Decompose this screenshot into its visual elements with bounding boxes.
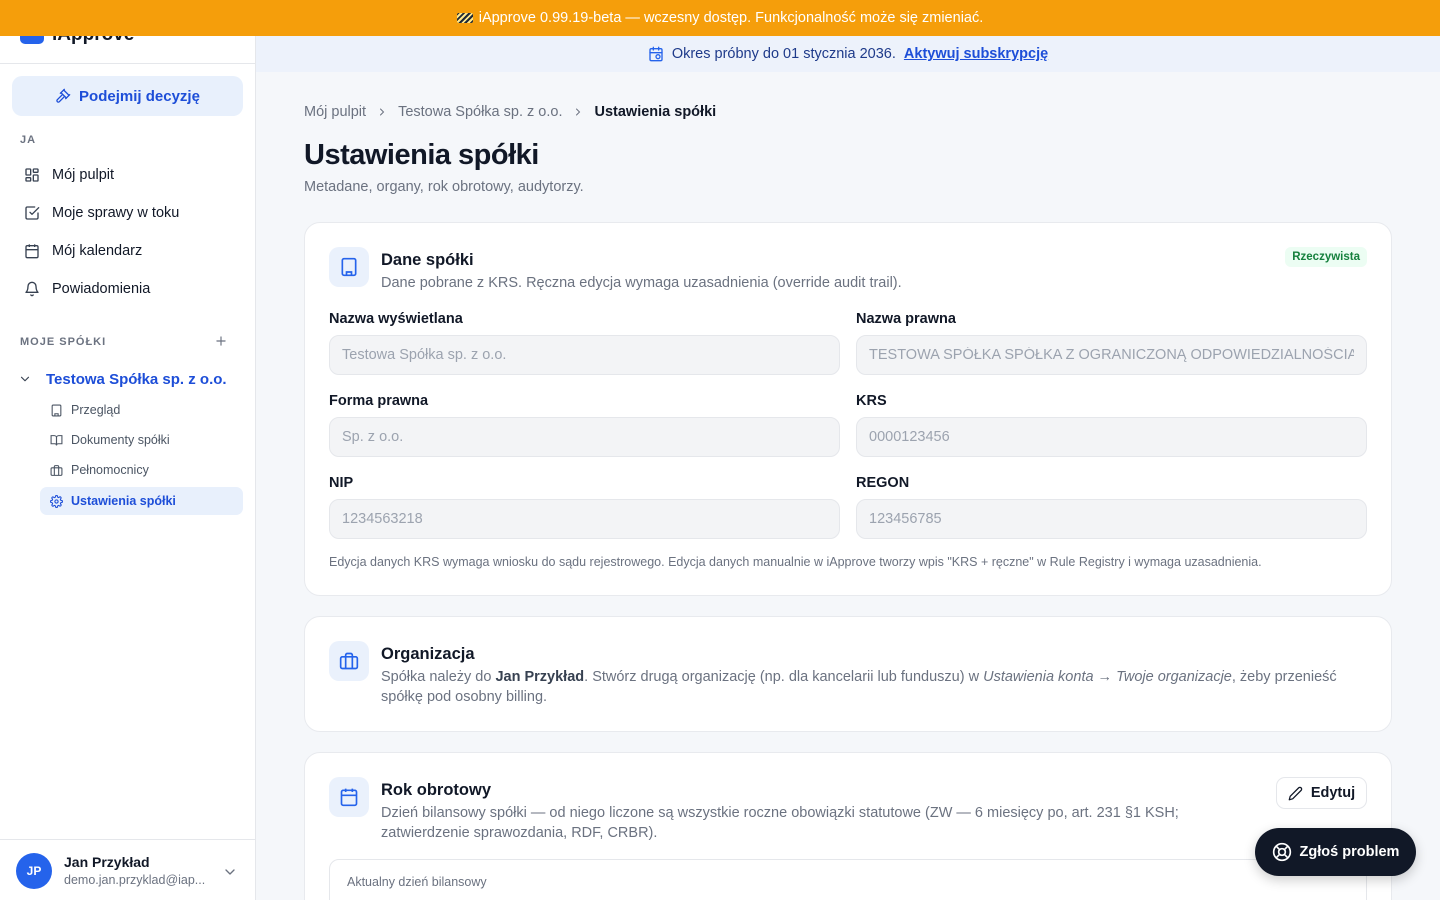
sub-item-documents[interactable]: Dokumenty spółki bbox=[40, 426, 243, 454]
breadcrumb-current: Ustawienia spółki bbox=[594, 104, 717, 120]
card-title: Organizacja bbox=[381, 645, 475, 663]
card-description: Dzień bilansowy spółki — od niego liczon… bbox=[381, 805, 1179, 841]
sub-item-label: Pełnomocnicy bbox=[71, 463, 149, 477]
building-icon bbox=[329, 247, 369, 287]
legal-form-label: Forma prawna bbox=[329, 393, 429, 409]
nav-item-label: Powiadomienia bbox=[52, 281, 151, 297]
lifebuoy-icon bbox=[1272, 842, 1291, 862]
beta-banner-text: iApprove 0.99.19-beta — wczesny dostęp. … bbox=[478, 10, 984, 26]
calendar-clock-icon bbox=[649, 46, 663, 62]
sub-item-label: Ustawienia spółki bbox=[71, 494, 176, 508]
app-name: iApprove bbox=[52, 36, 134, 46]
app-logo-icon bbox=[20, 36, 44, 44]
breadcrumb-dashboard[interactable]: Mój pulpit bbox=[304, 104, 366, 120]
chevron-right-icon bbox=[576, 108, 581, 116]
dashboard-icon bbox=[25, 168, 39, 182]
nav-item-label: Mój kalendarz bbox=[52, 243, 143, 259]
card-description: Spółka należy do Jan Przykład. Stwórz dr… bbox=[381, 667, 1371, 707]
company-name: Testowa Spółka sp. z o.o. bbox=[46, 370, 227, 388]
book-icon bbox=[50, 434, 63, 445]
edit-button[interactable]: Edytuj bbox=[1276, 777, 1367, 809]
edit-button-label: Edytuj bbox=[1310, 785, 1356, 801]
avatar: JP bbox=[16, 853, 52, 889]
building-icon bbox=[51, 404, 62, 416]
company-tree-item[interactable]: Testowa Spółka sp. z o.o. bbox=[12, 364, 243, 394]
organization-card: Organizacja Spółka należy do Jan Przykła… bbox=[304, 616, 1392, 732]
nav-item-my-cases[interactable]: Moje sprawy w toku bbox=[12, 196, 243, 230]
nav-item-notifications[interactable]: Powiadomienia bbox=[12, 272, 243, 306]
legal-form-field[interactable] bbox=[329, 417, 840, 457]
card-title: Rok obrotowy bbox=[381, 781, 491, 799]
breadcrumb-company[interactable]: Testowa Spółka sp. z o.o. bbox=[398, 104, 562, 120]
chevron-down-icon bbox=[20, 376, 30, 382]
display-name-label: Nazwa wyświetlana bbox=[329, 311, 463, 327]
status-badge: Rzeczywista bbox=[1285, 247, 1367, 267]
calendar-icon bbox=[329, 777, 369, 817]
fiscal-year-card: Rok obrotowy Dzień bilansowy spółki — od… bbox=[304, 752, 1392, 900]
gavel-icon bbox=[56, 88, 71, 103]
org-desc-part: . Stwórz drugą organizację (np. dla kanc… bbox=[584, 669, 984, 685]
pencil-icon bbox=[1288, 786, 1303, 800]
user-menu[interactable]: JP Jan Przykład demo.jan.przyklad@iap... bbox=[0, 839, 255, 900]
report-problem-button[interactable]: Zgłoś problem bbox=[1255, 828, 1416, 876]
chevron-down-icon bbox=[225, 869, 235, 875]
section-label-companies: MOJE SPÓŁKI bbox=[20, 336, 107, 348]
logo-area: iApprove bbox=[0, 36, 255, 64]
card-description: Dane pobrane z KRS. Ręczna edycja wymaga… bbox=[381, 275, 902, 291]
briefcase-icon bbox=[329, 641, 369, 681]
sub-item-overview[interactable]: Przegląd bbox=[40, 396, 243, 424]
trial-bar: Okres próbny do 01 stycznia 2036. Aktywu… bbox=[256, 36, 1440, 72]
legal-name-label: Nazwa prawna bbox=[856, 311, 956, 327]
company-data-card: Dane spółki Dane pobrane z KRS. Ręczna e… bbox=[304, 222, 1392, 596]
nav-item-label: Mój pulpit bbox=[52, 167, 115, 183]
user-name: Jan Przykład bbox=[64, 854, 150, 870]
org-owner: Jan Przykład bbox=[495, 669, 585, 685]
sidebar: iApprove Podejmij decyzję JA Mój pulpit … bbox=[0, 36, 256, 900]
sub-item-settings[interactable]: Ustawienia spółki bbox=[40, 487, 243, 515]
nip-label: NIP bbox=[329, 475, 354, 491]
legal-name-field[interactable] bbox=[856, 335, 1367, 375]
card-title: Dane spółki bbox=[381, 251, 474, 269]
gear-icon bbox=[50, 494, 63, 508]
nav-item-dashboard[interactable]: Mój pulpit bbox=[12, 158, 243, 192]
nip-field[interactable] bbox=[329, 499, 840, 539]
checkbox-icon bbox=[25, 206, 40, 220]
org-settings-path: Ustawienia konta → Twoje organizacje bbox=[983, 669, 1232, 685]
krs-field[interactable] bbox=[856, 417, 1367, 457]
plus-icon bbox=[216, 336, 226, 346]
briefcase-icon bbox=[50, 464, 63, 476]
calendar-icon bbox=[25, 244, 39, 259]
beta-banner: iApprove 0.99.19-beta — wczesny dostęp. … bbox=[0, 0, 1440, 36]
krs-edit-note: Edycja danych KRS wymaga wniosku do sądu… bbox=[329, 555, 1262, 569]
nav-item-label: Moje sprawy w toku bbox=[52, 205, 180, 221]
current-balance-date-box: Aktualny dzień bilansowy bbox=[329, 859, 1367, 900]
breadcrumb: Mój pulpit Testowa Spółka sp. z o.o. Ust… bbox=[304, 104, 716, 120]
make-decision-button[interactable]: Podejmij decyzję bbox=[12, 76, 243, 116]
sub-item-label: Dokumenty spółki bbox=[71, 433, 170, 447]
nav-item-calendar[interactable]: Mój kalendarz bbox=[12, 234, 243, 268]
make-decision-label: Podejmij decyzję bbox=[79, 87, 200, 105]
chevron-right-icon bbox=[380, 108, 385, 116]
page-subtitle: Metadane, organy, rok obrotowy, audytorz… bbox=[304, 179, 584, 195]
sub-item-proxies[interactable]: Pełnomocnicy bbox=[40, 456, 243, 484]
page-title: Ustawienia spółki bbox=[304, 139, 539, 171]
beta-stripe-icon bbox=[456, 13, 473, 23]
activate-subscription-link[interactable]: Aktywuj subskrypcję bbox=[904, 46, 1048, 62]
regon-field[interactable] bbox=[856, 499, 1367, 539]
section-label-me: JA bbox=[20, 134, 37, 146]
display-name-field[interactable] bbox=[329, 335, 840, 375]
regon-label: REGON bbox=[856, 475, 910, 491]
user-email: demo.jan.przyklad@iap... bbox=[64, 873, 206, 887]
org-desc-part: Spółka należy do bbox=[381, 669, 496, 685]
trial-text: Okres próbny do 01 stycznia 2036. bbox=[671, 46, 896, 62]
sub-item-label: Przegląd bbox=[71, 403, 121, 417]
add-company-button[interactable] bbox=[214, 334, 232, 352]
current-balance-date-label: Aktualny dzień bilansowy bbox=[347, 875, 487, 889]
report-problem-label: Zgłoś problem bbox=[1299, 844, 1400, 860]
bell-icon bbox=[25, 281, 39, 297]
krs-label: KRS bbox=[856, 393, 887, 409]
